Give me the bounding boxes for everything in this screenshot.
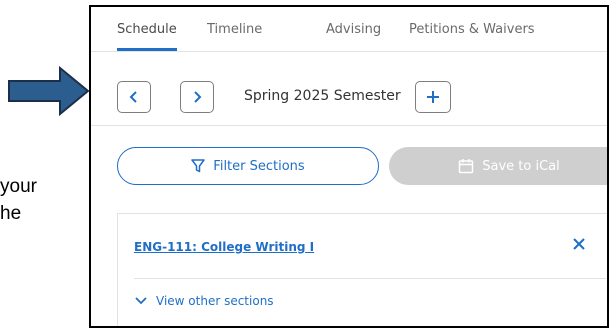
side-text-line-2: he [0,203,22,224]
course-title-link[interactable]: ENG-111: College Writing I [134,240,314,254]
next-semester-button[interactable] [180,81,214,113]
card-divider [134,278,606,279]
filter-sections-label: Filter Sections [213,158,305,174]
side-text-line-1: your [0,176,37,197]
semester-navigation: Spring 2025 Semester [91,51,607,126]
chevron-left-icon [129,91,137,103]
previous-semester-button[interactable] [117,81,151,113]
close-icon[interactable] [572,237,586,251]
save-to-ical-button[interactable]: Save to iCal [389,147,607,185]
semester-label: Spring 2025 Semester [244,88,401,104]
calendar-icon [459,159,474,174]
chevron-right-icon [194,91,202,103]
tab-advising[interactable]: Advising [326,22,381,37]
tab-timeline[interactable]: Timeline [207,22,262,37]
schedule-panel: Schedule Timeline Advising Petitions & W… [89,5,609,328]
chevron-down-icon [135,297,147,305]
tab-schedule[interactable]: Schedule [117,22,177,37]
add-semester-button[interactable] [415,81,451,113]
filter-icon [191,159,206,173]
plus-icon [427,91,439,103]
save-to-ical-label: Save to iCal [482,158,560,174]
view-other-sections-label: View other sections [156,294,274,308]
filter-sections-button[interactable]: Filter Sections [117,147,379,185]
tab-bar: Schedule Timeline Advising Petitions & W… [91,7,607,52]
course-card: ENG-111: College Writing I View other se… [117,213,607,326]
annotation-arrow-icon [8,66,90,116]
view-other-sections-toggle[interactable]: View other sections [134,294,274,308]
tab-petitions-waivers[interactable]: Petitions & Waivers [409,22,535,37]
